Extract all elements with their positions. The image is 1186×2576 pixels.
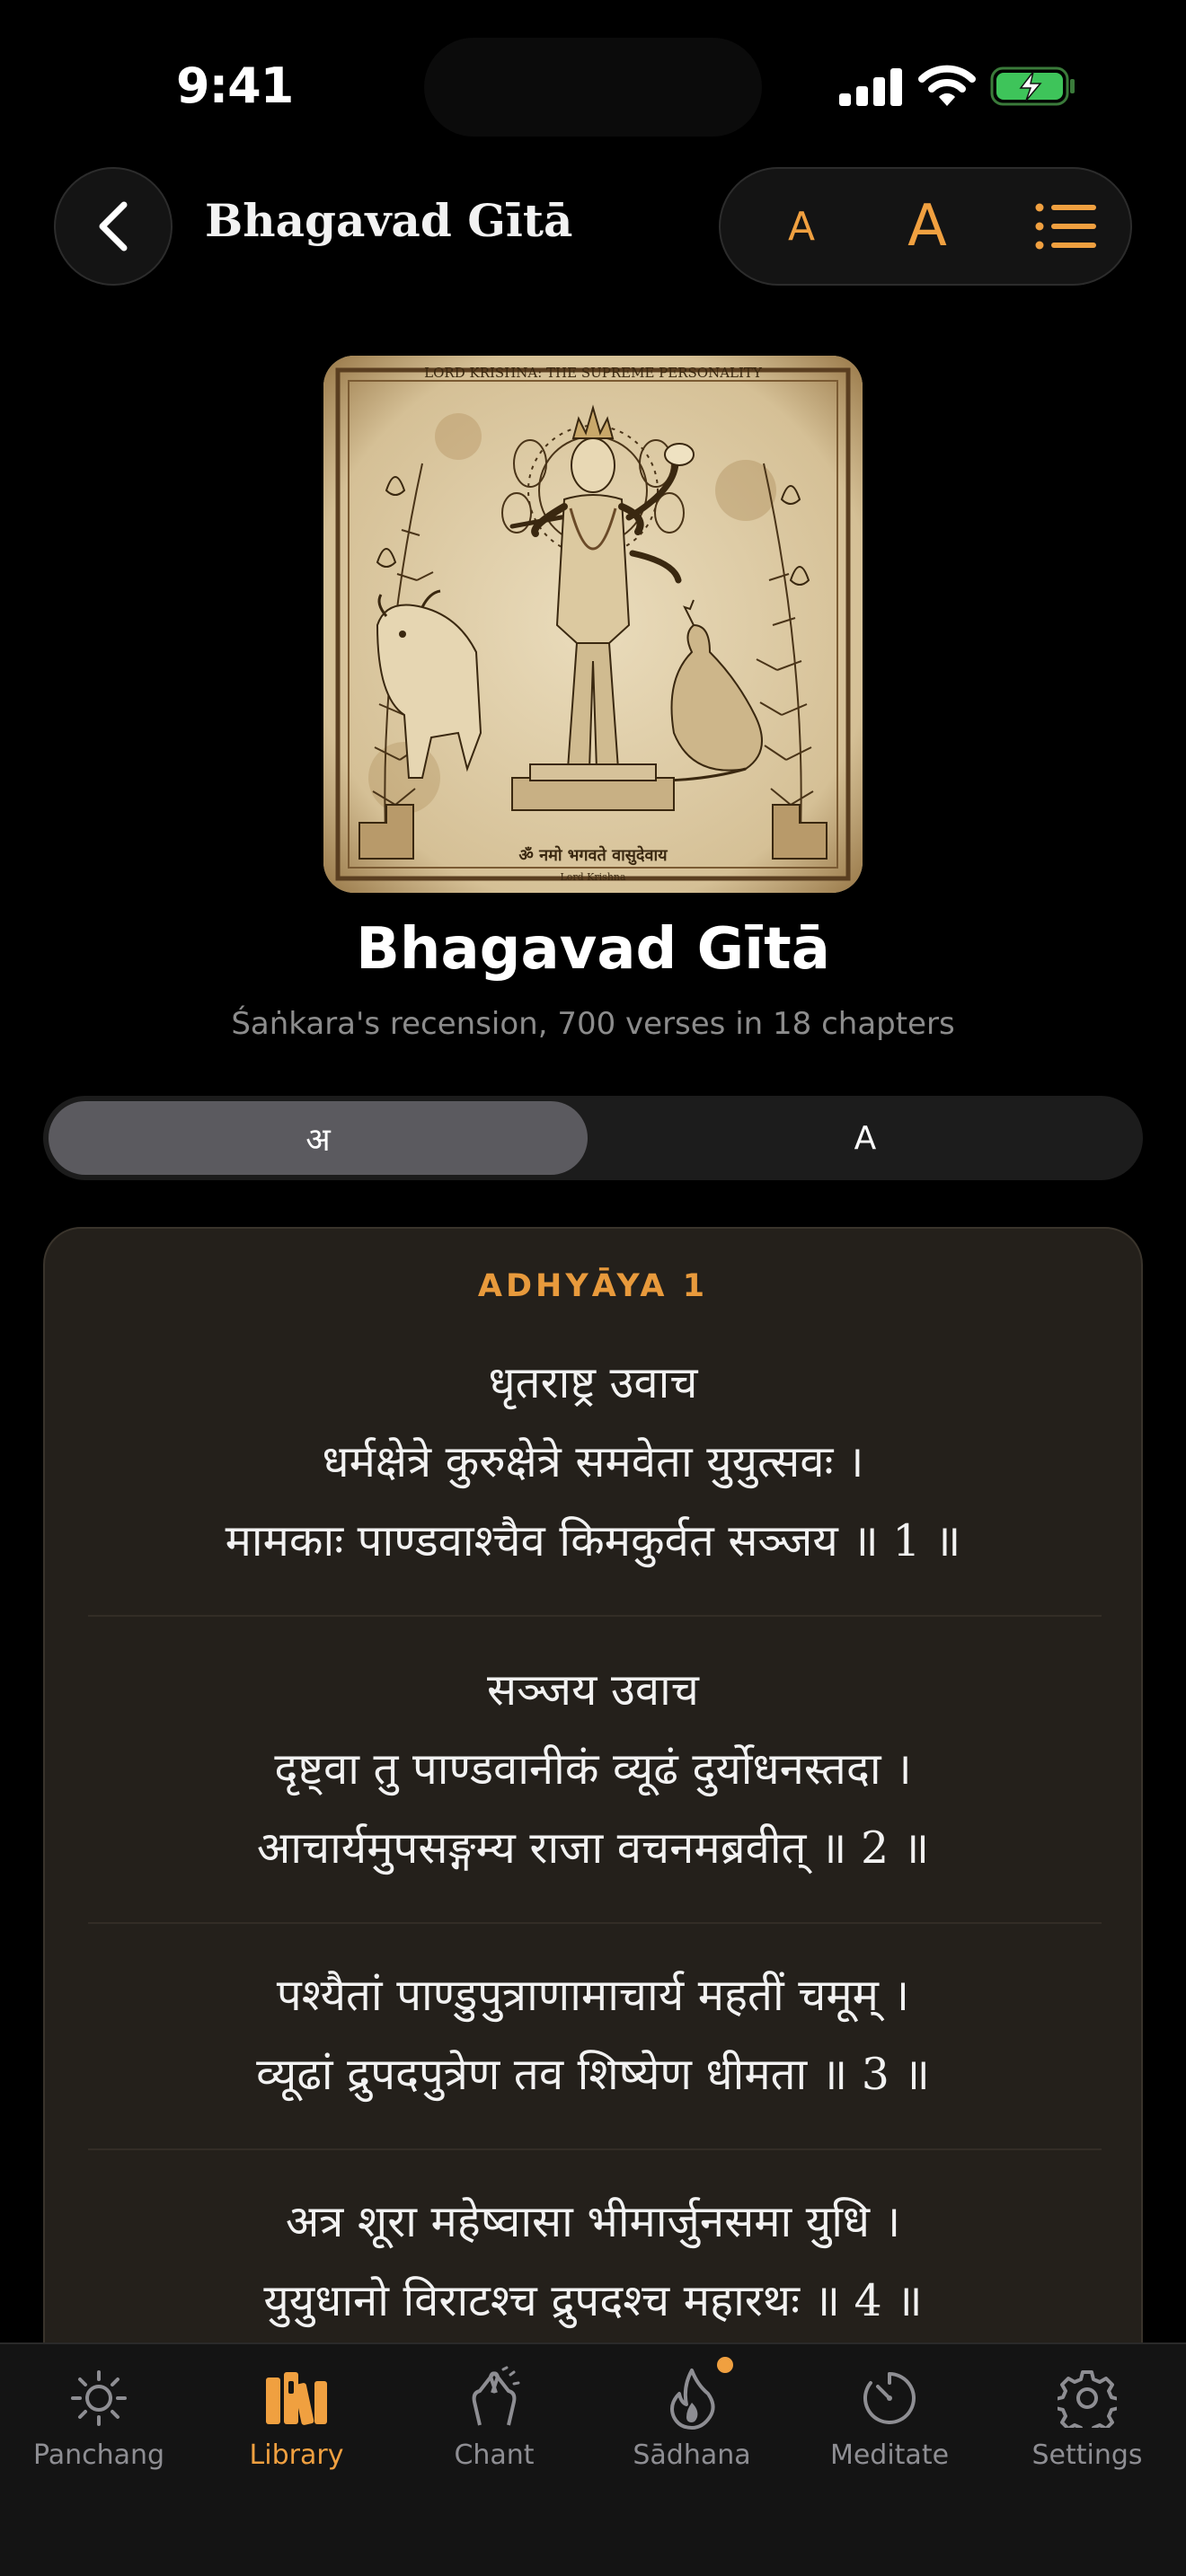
latin-script-option[interactable]: A xyxy=(593,1101,1137,1175)
decrease-font-button[interactable]: A xyxy=(757,169,846,284)
header-title: Bhagavad Gītā xyxy=(205,194,573,247)
verse-line: आचार्यमुपसङ्गम्य राजा वचनमब्रवीत् ॥ 2 ॥ xyxy=(256,1822,930,1874)
verse-line: सञ्जय उवाच xyxy=(487,1664,699,1716)
cellular-signal-icon xyxy=(839,66,902,106)
tab-meditate[interactable]: Meditate xyxy=(791,2366,988,2501)
verse[interactable]: अत्र शूरा महेष्वासा भीमार्जुनसमा युधि । … xyxy=(45,2183,1141,2341)
verse-divider xyxy=(88,2148,1102,2150)
verse-line: अत्र शूरा महेष्वासा भीमार्जुनसमा युधि । xyxy=(285,2196,901,2247)
book-subtitle: Śaṅkara's recension, 700 verses in 18 ch… xyxy=(231,1006,955,1042)
cover-caption-bottom: ॐ नमो भगवते वासुदेवाय xyxy=(518,845,668,866)
verse-line: धर्मक्षेत्रे कुरुक्षेत्रे समवेता युयुत्स… xyxy=(322,1436,864,1487)
hands-icon xyxy=(472,2366,520,2426)
book-title: Bhagavad Gītā xyxy=(356,916,830,983)
tab-label: Settings xyxy=(1031,2439,1143,2471)
verse-divider xyxy=(88,1615,1102,1617)
tab-label: Sādhana xyxy=(633,2439,751,2471)
dynamic-island xyxy=(424,38,762,137)
chapter-label: ADHYĀYA 1 xyxy=(477,1268,709,1304)
tab-panchang[interactable]: Panchang xyxy=(0,2366,198,2501)
sun-icon xyxy=(71,2370,127,2426)
devanagari-script-option[interactable]: अ xyxy=(49,1101,588,1175)
verse-line: धृतराष्ट्र उवाच xyxy=(488,1357,698,1408)
books-icon xyxy=(266,2372,327,2425)
verse-line: दृष्ट्वा तु पाण्डवानीकं व्यूढं दुर्योधनस… xyxy=(274,1743,912,1795)
tab-library[interactable]: Library xyxy=(198,2366,395,2501)
battery-charging-icon xyxy=(990,66,1075,106)
verse[interactable]: धृतराष्ट्र उवाच धर्मक्षेत्रे कुरुक्षेत्र… xyxy=(45,1344,1141,1581)
verse-line: व्यूढां द्रुपदपुत्रेण तव शिष्येण धीमता ॥… xyxy=(256,2049,930,2100)
back-button[interactable] xyxy=(54,167,173,286)
flame-icon xyxy=(670,2369,715,2430)
tab-settings[interactable]: Settings xyxy=(988,2366,1186,2501)
timer-icon xyxy=(863,2372,916,2424)
notification-badge xyxy=(717,2357,733,2373)
increase-font-button[interactable]: A xyxy=(873,169,981,284)
tab-bar: Panchang Library Chant Sādhana Meditate … xyxy=(0,2342,1186,2576)
tab-chant[interactable]: Chant xyxy=(395,2366,593,2501)
verse-line: युयुधानो विराटश्च द्रुपदश्च महारथः ॥ 4 ॥ xyxy=(263,2275,923,2326)
reader-toolbar: A A xyxy=(719,167,1132,286)
tab-label: Chant xyxy=(454,2439,535,2471)
wifi-icon xyxy=(918,65,976,106)
verse-line: मामकाः पाण्डवाश्चैव किमकुर्वत सञ्जय ॥ 1 … xyxy=(225,1515,961,1566)
verse[interactable]: सञ्जय उवाच दृष्ट्वा तु पाण्डवानीकं व्यूढ… xyxy=(45,1651,1141,1888)
cover-caption-top: LORD KRISHNA: THE SUPREME PERSONALITY xyxy=(424,365,763,381)
list-icon xyxy=(1035,203,1096,250)
tab-label: Panchang xyxy=(32,2439,165,2471)
verse[interactable]: पश्यैतां पाण्डुपुत्राणामाचार्य महतीं चमू… xyxy=(45,1956,1141,2114)
status-time: 9:41 xyxy=(176,57,294,114)
tab-label: Library xyxy=(249,2439,344,2471)
gear-icon xyxy=(1058,2370,1117,2428)
verse-line: पश्यैतां पाण्डुपुत्राणामाचार्य महतीं चमू… xyxy=(276,1970,910,2021)
cover-caption-small: Lord Krishna xyxy=(560,871,626,883)
book-cover-image: LORD KRISHNA: THE SUPREME PERSONALITY ॐ … xyxy=(323,356,863,893)
tab-sadhana[interactable]: Sādhana xyxy=(593,2366,791,2501)
table-of-contents-button[interactable] xyxy=(1017,169,1116,284)
script-toggle: अ A xyxy=(43,1096,1143,1180)
tab-label: Meditate xyxy=(829,2439,950,2471)
chevron-left-icon xyxy=(99,201,128,251)
verse-divider xyxy=(88,1922,1102,1924)
